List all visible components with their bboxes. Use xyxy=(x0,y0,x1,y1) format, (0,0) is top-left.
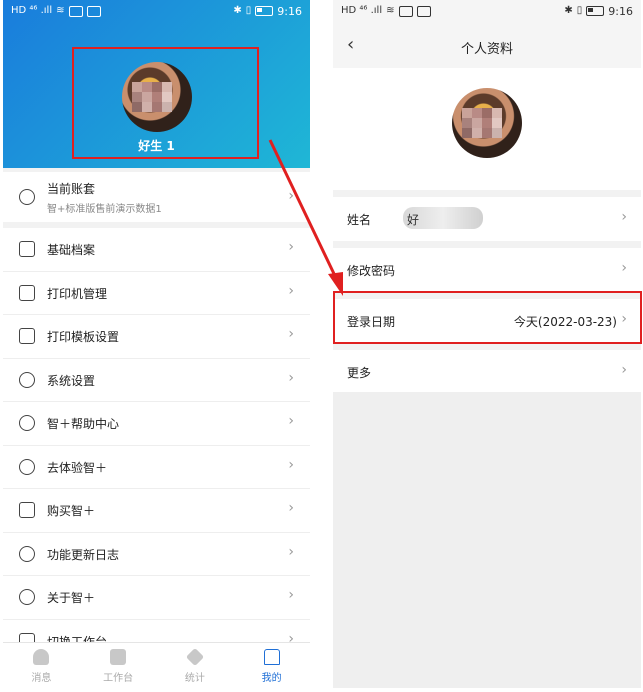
red-arrow xyxy=(268,139,343,296)
